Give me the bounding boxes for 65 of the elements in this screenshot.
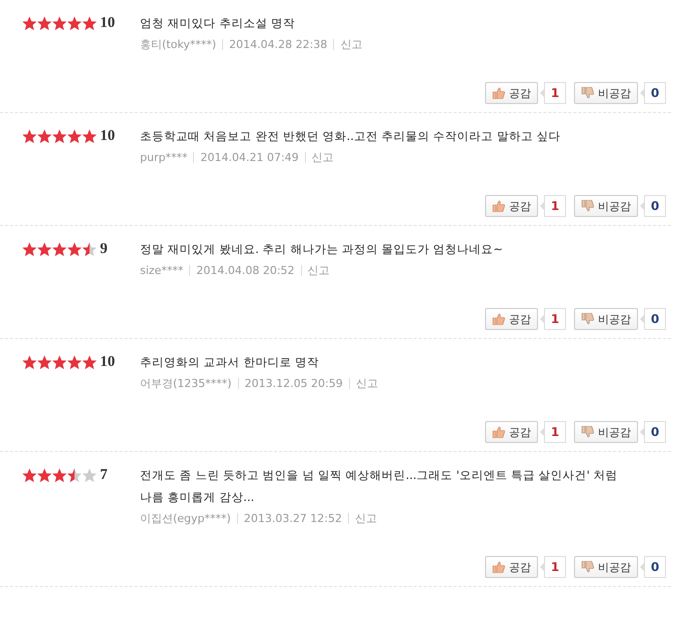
star-icon [37, 354, 52, 370]
date: 2014.04.28 22:38 [229, 38, 328, 51]
star-icon [52, 128, 67, 144]
star-icon [67, 468, 82, 482]
dislike-button[interactable]: 비공감 [574, 421, 638, 443]
score: 10 [100, 128, 115, 144]
thumbs-up-icon [492, 200, 505, 212]
review-text: 엄청 재미있다 추리소설 명작 [140, 15, 296, 32]
star-icon [82, 128, 97, 144]
dislike-button[interactable]: 비공감 [574, 195, 638, 217]
star-icon [82, 354, 97, 370]
author: 어부경(1235****) [140, 376, 232, 391]
like-button[interactable]: 공감 [485, 556, 538, 578]
star-icon [52, 242, 67, 256]
star-icon [67, 242, 82, 256]
score: 10 [100, 354, 115, 370]
score: 9 [100, 240, 108, 258]
star-icon [37, 468, 52, 482]
thumbs-down-icon [581, 200, 594, 212]
date: 2013.03.27 12:52 [244, 512, 342, 525]
star-icon [37, 16, 52, 30]
thumbs-up-icon [492, 313, 505, 325]
star-icon [52, 354, 67, 370]
thumbs-down-icon [581, 87, 594, 99]
thumbs-up-icon [492, 87, 505, 99]
thumbs-down-icon [581, 426, 594, 438]
author: purp**** [140, 151, 188, 164]
review-text: 추리영화의 교과서 한마디로 명작 [140, 354, 320, 371]
star-icon [22, 242, 37, 256]
date: 2013.12.05 20:59 [244, 377, 343, 390]
star-icon [82, 242, 97, 256]
thumbs-up-icon [492, 561, 505, 573]
star-icon [82, 468, 97, 482]
dislike-button[interactable]: 비공감 [574, 308, 638, 330]
score: 10 [100, 14, 115, 32]
star-icon [82, 16, 97, 30]
star-icon [22, 354, 37, 370]
star-icon [37, 128, 52, 144]
star-icon [22, 468, 37, 482]
like-button[interactable]: 공감 [485, 195, 538, 217]
author: 이집션(egyp****) [140, 511, 231, 526]
author: size**** [140, 264, 184, 277]
date: 2014.04.08 20:52 [196, 264, 295, 277]
dislike-button[interactable]: 비공감 [574, 556, 638, 578]
star-icon [37, 242, 52, 256]
date: 2014.04.21 07:49 [200, 151, 299, 164]
star-icon [52, 468, 67, 482]
like-button[interactable]: 공감 [485, 308, 538, 330]
like-button[interactable]: 공감 [485, 82, 538, 104]
thumbs-up-icon [492, 426, 505, 438]
review-text: 전개도 좀 느린 듯하고 범인을 넘 일찍 예상해버린...그래도 '오리엔트 특급 살인사건' 처럼 나름 흥미롭게 감상... [140, 467, 618, 506]
review-text: 초등학교때 처음보고 완전 반했던 영화..고전 추리물의 수작이라고 말하고 싶다 [140, 128, 562, 145]
thumbs-down-icon [581, 313, 594, 325]
star-icon [22, 128, 37, 144]
dislike-button[interactable]: 비공감 [574, 82, 638, 104]
star-icon [52, 16, 67, 30]
star-icon [67, 16, 82, 30]
author: 홍티(toky****) [140, 37, 216, 52]
star-icon [67, 354, 82, 370]
review-text: 정말 재미있게 봤네요. 추리 해나가는 과정의 몰입도가 엄청나네요~ [140, 241, 504, 258]
score: 7 [100, 466, 108, 484]
like-button[interactable]: 공감 [485, 421, 538, 443]
star-icon [67, 128, 82, 144]
star-icon [22, 16, 37, 30]
thumbs-down-icon [581, 561, 594, 573]
